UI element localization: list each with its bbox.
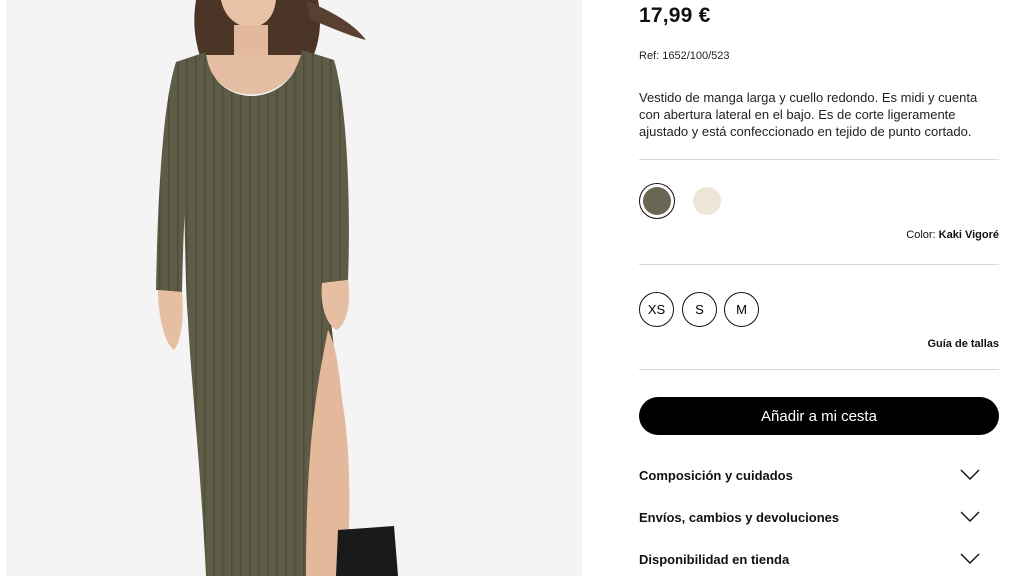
product-image — [6, 0, 582, 576]
accordion-store-availability[interactable]: Disponibilidad en tienda — [639, 547, 999, 571]
divider — [639, 264, 999, 265]
product-price: 17,99 € — [639, 4, 711, 27]
color-label-value: Kaki Vigoré — [938, 229, 999, 241]
chevron-down-icon — [960, 553, 980, 564]
divider — [639, 369, 999, 370]
selected-color-label: Color: Kaki Vigoré — [906, 229, 999, 241]
accordion-label: Envíos, cambios y devoluciones — [639, 509, 840, 525]
size-guide-link[interactable]: Guía de tallas — [927, 338, 999, 350]
divider — [639, 159, 999, 160]
color-swatch-cream[interactable] — [689, 183, 725, 219]
color-label-prefix: Color: — [906, 229, 936, 241]
size-option-xs[interactable]: XS — [639, 292, 674, 327]
swatch-fill — [693, 187, 721, 215]
accordion-label: Disponibilidad en tienda — [639, 551, 790, 567]
add-to-cart-button[interactable]: Añadir a mi cesta — [639, 397, 999, 435]
accordion-label: Composición y cuidados — [639, 467, 793, 483]
product-description: Vestido de manga larga y cuello redondo.… — [639, 90, 978, 139]
swatch-fill — [643, 187, 671, 215]
model-in-dress-illustration — [6, 0, 582, 576]
accordion-shipping[interactable]: Envíos, cambios y devoluciones — [639, 505, 999, 529]
chevron-down-icon — [960, 469, 980, 480]
size-option-s[interactable]: S — [682, 292, 717, 327]
size-option-m[interactable]: M — [724, 292, 759, 327]
chevron-down-icon — [960, 511, 980, 522]
accordion-composition[interactable]: Composición y cuidados — [639, 463, 999, 487]
color-swatch-kaki[interactable] — [639, 183, 675, 219]
product-reference: Ref: 1652/100/523 — [639, 50, 730, 62]
product-details-panel: 17,99 € Ref: 1652/100/523 Vestido de man… — [639, 0, 999, 576]
